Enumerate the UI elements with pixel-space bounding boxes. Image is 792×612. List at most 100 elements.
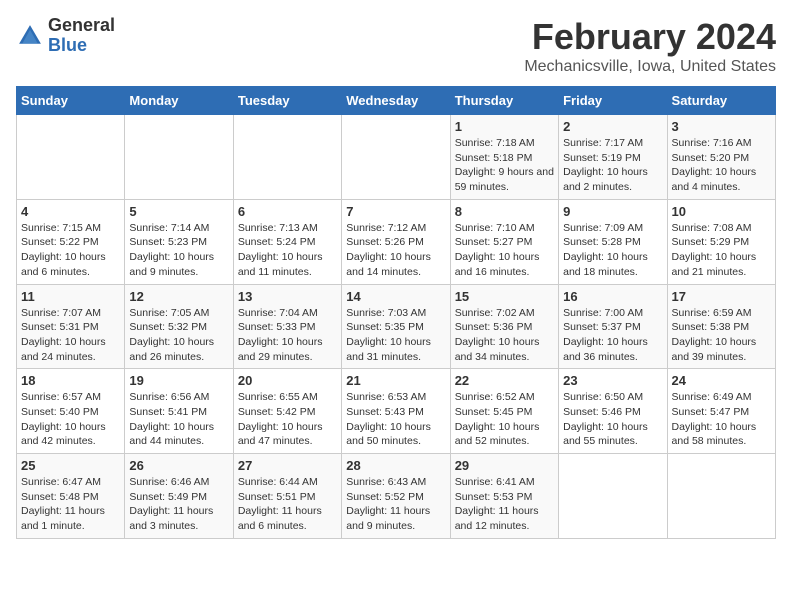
day-info: Sunrise: 7:02 AMSunset: 5:36 PMDaylight:… [455, 306, 554, 365]
calendar-week-5: 25 Sunrise: 6:47 AMSunset: 5:48 PMDayligh… [17, 454, 776, 539]
calendar-cell: 9 Sunrise: 7:09 AMSunset: 5:28 PMDaylight… [559, 199, 667, 284]
day-info: Sunrise: 6:46 AMSunset: 5:49 PMDaylight:… [129, 475, 228, 534]
location-title: Mechanicsville, Iowa, United States [524, 58, 776, 76]
day-number: 15 [455, 289, 554, 304]
calendar-cell: 28 Sunrise: 6:43 AMSunset: 5:52 PMDayligh… [342, 454, 450, 539]
calendar-cell: 1 Sunrise: 7:18 AMSunset: 5:18 PMDaylight… [450, 115, 558, 200]
calendar-cell [233, 115, 341, 200]
calendar-week-1: 1 Sunrise: 7:18 AMSunset: 5:18 PMDaylight… [17, 115, 776, 200]
calendar-cell [17, 115, 125, 200]
day-number: 22 [455, 373, 554, 388]
day-number: 25 [21, 458, 120, 473]
calendar-cell: 18 Sunrise: 6:57 AMSunset: 5:40 PMDayligh… [17, 369, 125, 454]
header-saturday: Saturday [667, 87, 775, 115]
day-number: 21 [346, 373, 445, 388]
day-number: 4 [21, 204, 120, 219]
calendar-cell: 8 Sunrise: 7:10 AMSunset: 5:27 PMDaylight… [450, 199, 558, 284]
calendar-cell [125, 115, 233, 200]
day-number: 2 [563, 119, 662, 134]
day-info: Sunrise: 6:49 AMSunset: 5:47 PMDaylight:… [672, 390, 771, 449]
day-number: 16 [563, 289, 662, 304]
logo: General Blue [16, 16, 115, 56]
header-tuesday: Tuesday [233, 87, 341, 115]
calendar-header-row: SundayMondayTuesdayWednesdayThursdayFrid… [17, 87, 776, 115]
day-info: Sunrise: 7:16 AMSunset: 5:20 PMDaylight:… [672, 136, 771, 195]
logo-general: General [48, 15, 115, 35]
day-number: 1 [455, 119, 554, 134]
calendar-week-3: 11 Sunrise: 7:07 AMSunset: 5:31 PMDayligh… [17, 284, 776, 369]
day-info: Sunrise: 6:57 AMSunset: 5:40 PMDaylight:… [21, 390, 120, 449]
day-number: 26 [129, 458, 228, 473]
day-info: Sunrise: 7:17 AMSunset: 5:19 PMDaylight:… [563, 136, 662, 195]
day-info: Sunrise: 6:59 AMSunset: 5:38 PMDaylight:… [672, 306, 771, 365]
calendar-cell: 29 Sunrise: 6:41 AMSunset: 5:53 PMDayligh… [450, 454, 558, 539]
day-number: 10 [672, 204, 771, 219]
day-info: Sunrise: 6:47 AMSunset: 5:48 PMDaylight:… [21, 475, 120, 534]
day-info: Sunrise: 7:03 AMSunset: 5:35 PMDaylight:… [346, 306, 445, 365]
day-number: 5 [129, 204, 228, 219]
calendar-cell: 16 Sunrise: 7:00 AMSunset: 5:37 PMDayligh… [559, 284, 667, 369]
page-header: General Blue February 2024 Mechanicsvill… [16, 16, 776, 76]
day-number: 29 [455, 458, 554, 473]
calendar-cell: 13 Sunrise: 7:04 AMSunset: 5:33 PMDayligh… [233, 284, 341, 369]
day-info: Sunrise: 7:18 AMSunset: 5:18 PMDaylight:… [455, 136, 554, 195]
day-number: 14 [346, 289, 445, 304]
calendar-cell [559, 454, 667, 539]
calendar-cell: 12Sunrise: 7:05 AMSunset: 5:32 PMDayligh… [125, 284, 233, 369]
day-info: Sunrise: 7:04 AMSunset: 5:33 PMDaylight:… [238, 306, 337, 365]
day-info: Sunrise: 6:50 AMSunset: 5:46 PMDaylight:… [563, 390, 662, 449]
day-info: Sunrise: 7:09 AMSunset: 5:28 PMDaylight:… [563, 221, 662, 280]
day-number: 19 [129, 373, 228, 388]
day-info: Sunrise: 6:41 AMSunset: 5:53 PMDaylight:… [455, 475, 554, 534]
calendar-cell [667, 454, 775, 539]
day-number: 23 [563, 373, 662, 388]
header-sunday: Sunday [17, 87, 125, 115]
header-monday: Monday [125, 87, 233, 115]
day-info: Sunrise: 7:05 AMSunset: 5:32 PMDaylight:… [129, 306, 228, 365]
calendar-week-4: 18 Sunrise: 6:57 AMSunset: 5:40 PMDayligh… [17, 369, 776, 454]
calendar-cell: 6 Sunrise: 7:13 AMSunset: 5:24 PMDaylight… [233, 199, 341, 284]
month-title: February 2024 [524, 16, 776, 58]
title-section: February 2024 Mechanicsville, Iowa, Unit… [524, 16, 776, 76]
calendar-cell [342, 115, 450, 200]
day-info: Sunrise: 7:12 AMSunset: 5:26 PMDaylight:… [346, 221, 445, 280]
header-wednesday: Wednesday [342, 87, 450, 115]
day-info: Sunrise: 6:44 AMSunset: 5:51 PMDaylight:… [238, 475, 337, 534]
calendar-cell: 26 Sunrise: 6:46 AMSunset: 5:49 PMDayligh… [125, 454, 233, 539]
header-thursday: Thursday [450, 87, 558, 115]
day-number: 13 [238, 289, 337, 304]
logo-icon [16, 22, 44, 50]
calendar-cell: 5 Sunrise: 7:14 AMSunset: 5:23 PMDaylight… [125, 199, 233, 284]
day-info: Sunrise: 7:14 AMSunset: 5:23 PMDaylight:… [129, 221, 228, 280]
day-number: 18 [21, 373, 120, 388]
day-info: Sunrise: 6:43 AMSunset: 5:52 PMDaylight:… [346, 475, 445, 534]
day-info: Sunrise: 7:10 AMSunset: 5:27 PMDaylight:… [455, 221, 554, 280]
day-number: 8 [455, 204, 554, 219]
day-info: Sunrise: 6:56 AMSunset: 5:41 PMDaylight:… [129, 390, 228, 449]
day-info: Sunrise: 7:13 AMSunset: 5:24 PMDaylight:… [238, 221, 337, 280]
day-number: 27 [238, 458, 337, 473]
day-number: 11 [21, 289, 120, 304]
day-info: Sunrise: 6:55 AMSunset: 5:42 PMDaylight:… [238, 390, 337, 449]
calendar-cell: 14 Sunrise: 7:03 AMSunset: 5:35 PMDayligh… [342, 284, 450, 369]
logo-text: General Blue [48, 16, 115, 56]
day-number: 6 [238, 204, 337, 219]
day-info: Sunrise: 7:07 AMSunset: 5:31 PMDaylight:… [21, 306, 120, 365]
day-number: 17 [672, 289, 771, 304]
day-number: 7 [346, 204, 445, 219]
day-number: 28 [346, 458, 445, 473]
calendar-cell: 25 Sunrise: 6:47 AMSunset: 5:48 PMDayligh… [17, 454, 125, 539]
day-number: 20 [238, 373, 337, 388]
day-number: 3 [672, 119, 771, 134]
day-info: Sunrise: 7:08 AMSunset: 5:29 PMDaylight:… [672, 221, 771, 280]
day-info: Sunrise: 7:00 AMSunset: 5:37 PMDaylight:… [563, 306, 662, 365]
calendar-cell: 27 Sunrise: 6:44 AMSunset: 5:51 PMDayligh… [233, 454, 341, 539]
calendar-cell: 11 Sunrise: 7:07 AMSunset: 5:31 PMDayligh… [17, 284, 125, 369]
day-info: Sunrise: 7:15 AMSunset: 5:22 PMDaylight:… [21, 221, 120, 280]
day-info: Sunrise: 6:53 AMSunset: 5:43 PMDaylight:… [346, 390, 445, 449]
calendar-cell: 21 Sunrise: 6:53 AMSunset: 5:43 PMDayligh… [342, 369, 450, 454]
calendar-table: SundayMondayTuesdayWednesdayThursdayFrid… [16, 86, 776, 539]
calendar-cell: 22Sunrise: 6:52 AMSunset: 5:45 PMDayligh… [450, 369, 558, 454]
logo-blue: Blue [48, 35, 87, 55]
day-number: 9 [563, 204, 662, 219]
